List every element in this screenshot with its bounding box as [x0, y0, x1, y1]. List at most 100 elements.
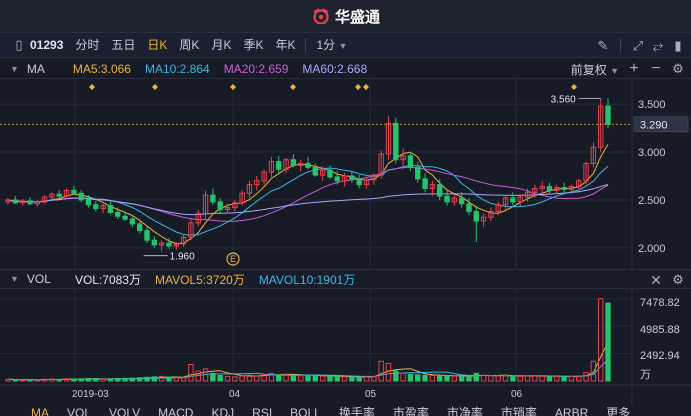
candle	[561, 182, 567, 193]
volume-bar	[378, 360, 384, 382]
candle	[27, 197, 33, 205]
gear-icon[interactable]: ⚙	[671, 62, 685, 76]
fullscreen-icon[interactable]: ⤢	[631, 39, 645, 53]
candle	[34, 199, 40, 207]
panel-toggle-icon[interactable]: ▮	[671, 39, 685, 53]
volume-bar	[334, 376, 340, 382]
volume-bar	[151, 376, 158, 382]
volume-bar	[173, 377, 179, 382]
logo-text: 华盛通	[334, 8, 380, 26]
tab-rsi[interactable]: RSI	[243, 404, 281, 416]
candle	[458, 192, 465, 208]
volume-grid	[0, 289, 691, 405]
main-indicator-name[interactable]: MA	[27, 62, 45, 76]
volume-chart[interactable]: 7478.82 4985.88 2492.94 万 2019-03 04 05 …	[0, 289, 691, 405]
chart-toolbar: ▯ 01293 分时 五日 日K 周K 月K 季K 年K 1分 ▼ ✎ ⤢ ⥂ …	[0, 32, 691, 58]
tab-five-day[interactable]: 五日	[105, 32, 141, 58]
price-chart[interactable]: 3.500 3.000 2.500 2.000 3.290 3.560 1.96…	[0, 79, 691, 269]
chevron-down-icon: ▼	[338, 41, 348, 51]
x-axis: 2019-03 04 05 06	[72, 389, 523, 400]
candle	[180, 234, 187, 247]
candle	[583, 161, 589, 185]
draw-pen-icon[interactable]: ✎	[596, 39, 610, 53]
event-e-marker[interactable]: E	[226, 252, 240, 266]
tab-yearly-k[interactable]: 年K	[269, 32, 301, 58]
candle	[158, 240, 165, 252]
tab-weekly-k[interactable]: 周K	[173, 32, 205, 58]
volume-bar	[546, 375, 553, 382]
indicator-tabs: MA VOL VOLV MACD KDJ RSI BOLL 换手率 市盈率 市净…	[0, 404, 691, 416]
candle-body	[437, 184, 443, 197]
candle-body	[290, 159, 297, 166]
candle-body	[12, 199, 19, 204]
volume-bar	[466, 376, 472, 382]
tab-arbr[interactable]: ARBR	[546, 404, 597, 416]
tab-quarterly-k[interactable]: 季K	[237, 32, 269, 58]
tab-vol[interactable]: VOL	[58, 404, 100, 416]
tab-pb[interactable]: 市净率	[438, 404, 492, 416]
tab-turnover[interactable]: 换手率	[330, 404, 384, 416]
volume-bar	[137, 377, 143, 382]
volume-bar	[605, 302, 611, 382]
toolbar-divider	[620, 39, 621, 53]
candle	[546, 182, 553, 195]
volume-bar	[349, 376, 355, 382]
interval-dropdown[interactable]: 1分 ▼	[310, 32, 353, 58]
volume-bar	[19, 379, 26, 382]
tab-boll[interactable]: BOLL	[281, 404, 330, 416]
tab-macd[interactable]: MACD	[149, 404, 202, 416]
volume-bar	[422, 374, 428, 382]
ma20-value: MA20:2.659	[223, 61, 289, 76]
minus-icon[interactable]: −	[649, 61, 663, 77]
tab-intraday[interactable]: 分时	[69, 32, 105, 58]
volume-bar	[93, 378, 99, 382]
x-axis-label: 2019-03	[72, 389, 109, 400]
tab-kdj[interactable]: KDJ	[202, 404, 243, 416]
volume-bar	[517, 375, 523, 382]
volume-bar	[224, 375, 231, 382]
volume-bar	[502, 375, 509, 382]
volume-bar	[254, 375, 260, 382]
tab-volv[interactable]: VOLV	[100, 404, 149, 416]
volume-bar	[144, 376, 150, 382]
volume-bar	[590, 360, 597, 382]
tab-pe[interactable]: 市盈率	[384, 404, 438, 416]
candle-body	[415, 166, 421, 180]
volume-axis-label: 2492.94	[640, 350, 680, 362]
app-logo: 华盛通	[311, 6, 380, 27]
candle	[283, 157, 289, 174]
toolbar-divider	[305, 38, 307, 52]
candle	[590, 142, 597, 168]
tab-ma[interactable]: MA	[22, 404, 58, 416]
tab-monthly-k[interactable]: 月K	[205, 32, 237, 58]
candle	[63, 188, 70, 199]
volume-bar	[115, 378, 121, 382]
candle	[378, 150, 384, 179]
stock-code[interactable]: 01293	[26, 32, 69, 58]
collapse-icon[interactable]: ▼	[10, 64, 19, 74]
x-axis-label: 06	[511, 389, 523, 400]
tab-ps[interactable]: 市销率	[492, 404, 546, 416]
candle	[576, 178, 582, 191]
add-icon[interactable]: +	[627, 61, 641, 77]
current-price-badge: 3.290	[633, 116, 689, 133]
vol-legend-actions: ✕ ⚙	[649, 270, 685, 290]
gear-icon[interactable]: ⚙	[671, 273, 685, 287]
expand-icon[interactable]: ⥂	[651, 39, 665, 53]
candle	[195, 209, 201, 227]
candle	[144, 226, 150, 244]
candle-body	[27, 200, 33, 205]
candle	[290, 153, 297, 168]
toolbar-actions: ✎ ⤢ ⥂ ▮	[596, 33, 685, 59]
tab-more[interactable]: 更多	[597, 404, 639, 416]
candle-body	[312, 166, 319, 176]
candle	[151, 236, 158, 248]
sidebar-toggle-icon[interactable]: ▯	[12, 38, 26, 52]
close-icon[interactable]: ✕	[649, 273, 663, 287]
collapse-icon[interactable]: ▼	[10, 274, 19, 284]
vol-indicator-name[interactable]: VOL	[27, 272, 51, 286]
title-bar: 华盛通	[0, 0, 691, 32]
adjust-dropdown[interactable]: 前复权 ▼	[571, 61, 619, 78]
volume-bar	[510, 375, 516, 382]
tab-daily-k[interactable]: 日K	[141, 32, 173, 58]
